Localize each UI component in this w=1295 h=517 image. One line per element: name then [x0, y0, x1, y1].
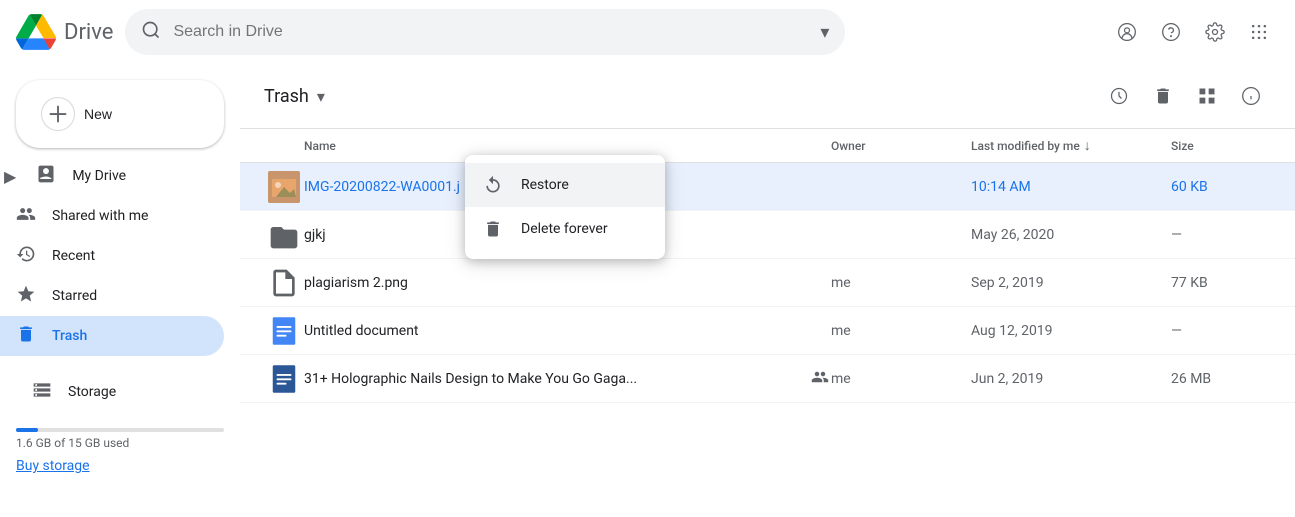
file-icon: [264, 267, 304, 299]
expand-arrow[interactable]: ▶: [0, 159, 20, 194]
file-modified: 10:14 AM: [971, 179, 1171, 195]
search-input[interactable]: [173, 23, 808, 41]
recent-icon: [16, 244, 36, 269]
new-button-label: New: [84, 106, 112, 122]
file-modified: May 26, 2020: [971, 227, 1171, 243]
storage-used-text: 1.6 GB of 15 GB used: [16, 436, 224, 450]
file-size: 26 MB: [1171, 371, 1271, 387]
settings-icon-btn[interactable]: [1195, 12, 1235, 52]
sidebar-item-storage[interactable]: Storage: [16, 372, 224, 412]
starred-label: Starred: [52, 288, 97, 304]
search-dropdown-icon[interactable]: ▾: [820, 22, 829, 43]
content-area: Trash ▾: [240, 64, 1295, 517]
plus-icon: [40, 96, 76, 132]
context-menu-delete[interactable]: Delete forever: [465, 207, 665, 251]
sidebar: New ▶ My Drive Shared with me: [0, 64, 240, 517]
context-menu: Restore Delete forever: [465, 155, 665, 259]
file-owner: me: [831, 371, 971, 387]
file-size: 60 KB: [1171, 179, 1271, 195]
logo: Drive: [16, 12, 113, 52]
file-name: 31+ Holographic Nails Design to Make You…: [304, 371, 811, 387]
file-icon: [264, 221, 304, 249]
col-owner-header: Owner: [831, 139, 971, 153]
shared-icon: [16, 204, 36, 229]
buy-storage-link[interactable]: Buy storage: [16, 458, 224, 474]
table-row[interactable]: Untitled document me Aug 12, 2019 —: [240, 307, 1295, 355]
file-modified: Sep 2, 2019: [971, 275, 1171, 291]
mydrive-row: ▶ My Drive: [0, 156, 240, 196]
drive-logo-icon: [16, 12, 56, 52]
search-icon: [141, 20, 161, 45]
col-size-header: Size: [1171, 139, 1271, 153]
recent-label: Recent: [52, 248, 95, 264]
file-owner: me: [831, 275, 971, 291]
delete-forever-icon: [481, 217, 505, 241]
activity-icon-btn[interactable]: [1099, 76, 1139, 116]
delete-icon-btn[interactable]: [1143, 76, 1183, 116]
logo-text: Drive: [64, 20, 113, 45]
context-menu-restore[interactable]: Restore: [465, 163, 665, 207]
help-icon-btn[interactable]: [1151, 12, 1191, 52]
storage-label-text: Storage: [68, 384, 116, 400]
sort-arrow-icon[interactable]: ↓: [1084, 137, 1091, 154]
file-name: Untitled document: [304, 323, 831, 339]
storage-icon: [32, 380, 52, 405]
content-header: Trash ▾: [240, 64, 1295, 129]
main-layout: New ▶ My Drive Shared with me: [0, 64, 1295, 517]
trash-label: Trash: [52, 328, 87, 344]
account-icon-btn[interactable]: [1107, 12, 1147, 52]
starred-icon: [16, 284, 36, 309]
table-row[interactable]: gjkj May 26, 2020 —: [240, 211, 1295, 259]
my-drive-label: My Drive: [72, 168, 126, 184]
file-owner: me: [831, 323, 971, 339]
file-size: —: [1171, 227, 1271, 243]
new-button[interactable]: New: [16, 80, 224, 148]
app-container: Drive ▾: [0, 0, 1295, 517]
file-size: —: [1171, 323, 1271, 339]
storage-bar-container: [16, 428, 224, 432]
file-name: plagiarism 2.png: [304, 275, 831, 291]
header-actions: [1099, 76, 1271, 116]
file-list-header: Name Owner Last modified by me ↓ Size: [240, 129, 1295, 163]
file-modified: Jun 2, 2019: [971, 371, 1171, 387]
trash-title-text: Trash: [264, 86, 309, 107]
file-icon: [264, 363, 304, 395]
restore-icon: [481, 173, 505, 197]
col-name-header: Name: [304, 139, 831, 153]
file-modified: Aug 12, 2019: [971, 323, 1171, 339]
apps-icon-btn[interactable]: [1239, 12, 1279, 52]
shared-file-icon: [811, 368, 831, 390]
sidebar-item-starred[interactable]: Starred: [0, 276, 224, 316]
file-icon: [264, 171, 304, 203]
sidebar-item-my-drive[interactable]: My Drive: [20, 156, 240, 196]
trash-title-dropdown[interactable]: ▾: [317, 87, 325, 106]
trash-title: Trash ▾: [264, 86, 325, 107]
file-size: 77 KB: [1171, 275, 1271, 291]
storage-section: Storage: [0, 364, 240, 420]
top-icons: [1107, 12, 1279, 52]
file-list: Name Owner Last modified by me ↓ Size: [240, 129, 1295, 517]
trash-icon: [16, 324, 36, 349]
search-bar[interactable]: ▾: [125, 9, 845, 55]
sidebar-item-trash[interactable]: Trash: [0, 316, 224, 356]
file-icon: [264, 315, 304, 347]
top-bar: Drive ▾: [0, 0, 1295, 64]
delete-forever-label: Delete forever: [521, 221, 608, 237]
grid-view-btn[interactable]: [1187, 76, 1227, 116]
col-modified-header: Last modified by me ↓: [971, 137, 1171, 154]
sidebar-item-shared[interactable]: Shared with me: [0, 196, 224, 236]
table-row[interactable]: 31+ Holographic Nails Design to Make You…: [240, 355, 1295, 403]
my-drive-icon: [36, 164, 56, 189]
table-row[interactable]: plagiarism 2.png me Sep 2, 2019 77 KB: [240, 259, 1295, 307]
restore-label: Restore: [521, 177, 569, 193]
shared-label: Shared with me: [52, 208, 148, 224]
info-icon-btn[interactable]: [1231, 76, 1271, 116]
storage-bar: [16, 428, 38, 432]
sidebar-item-recent[interactable]: Recent: [0, 236, 224, 276]
table-row[interactable]: IMG-20200822-WA0001.j 10:14 AM 60 KB: [240, 163, 1295, 211]
